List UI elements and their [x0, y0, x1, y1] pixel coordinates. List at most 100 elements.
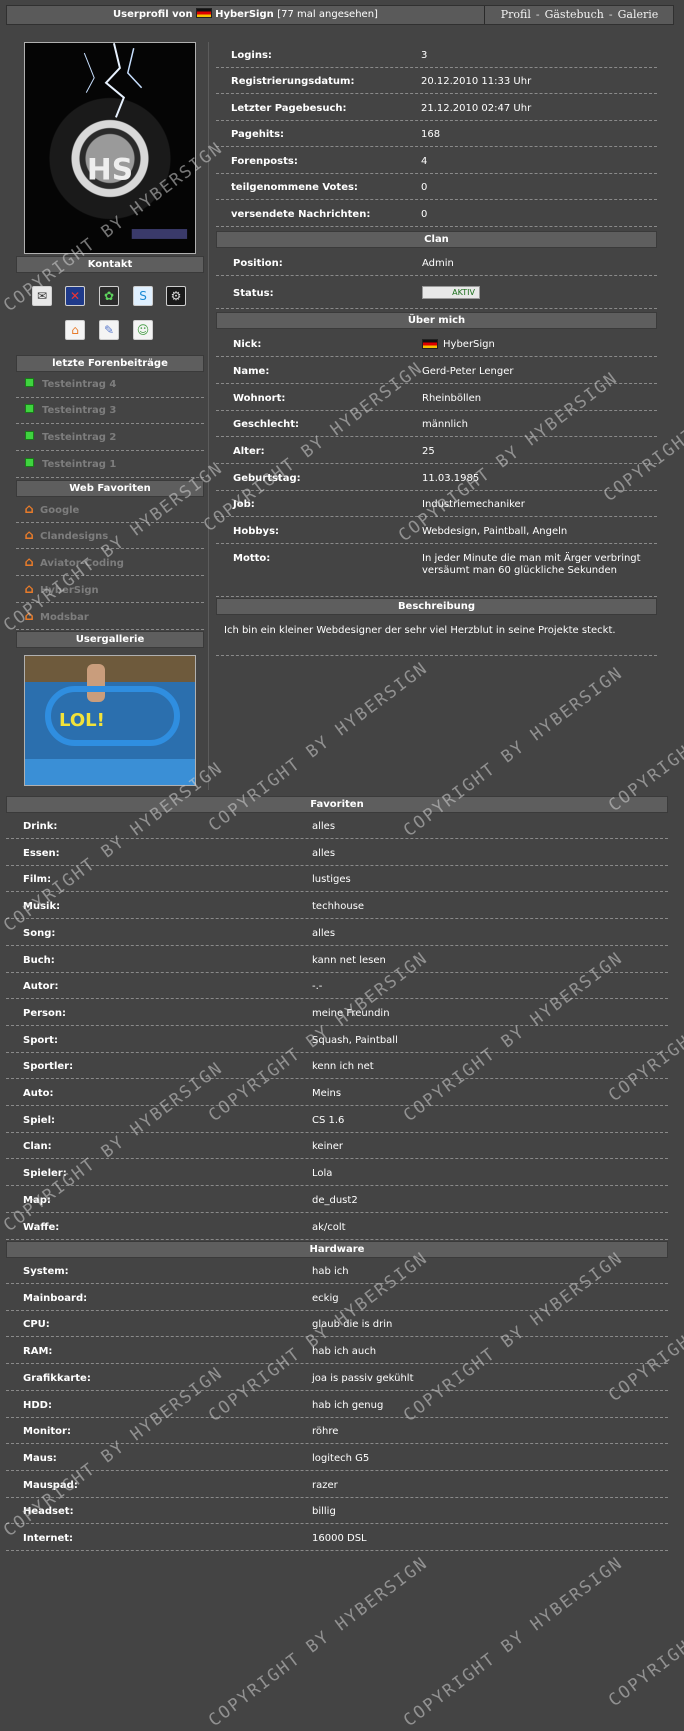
row-label: Letzter Pagebesuch:: [231, 103, 347, 114]
profile-title: Userprofil von HyberSign [77 mal angeseh…: [7, 6, 484, 24]
web-link[interactable]: Clandesigns: [40, 531, 108, 542]
row-label: Film:: [23, 874, 52, 885]
kontakt-heading: Kontakt: [16, 256, 204, 273]
row-label: Song:: [23, 928, 56, 939]
info-row: Spiel: CS 1.6: [6, 1107, 668, 1133]
info-row: Nick: HyberSign: [216, 331, 657, 357]
skype-icon[interactable]: S: [133, 286, 153, 306]
row-value: de_dust2: [312, 1195, 358, 1206]
web-link-item[interactable]: ⌂ Aviator-Coding: [16, 550, 204, 576]
row-value: alles: [312, 928, 336, 939]
info-row: Person: meine Freundin: [6, 1000, 668, 1026]
info-row: Grafikkarte: joa is passiv gekühlt: [6, 1365, 668, 1391]
info-row: Hobbys: Webdesign, Paintball, Angeln: [216, 518, 657, 544]
web-link[interactable]: Aviator-Coding: [40, 558, 124, 569]
info-row: Geschlecht: männlich: [216, 411, 657, 437]
contact-card-icon[interactable]: ✎: [99, 320, 119, 340]
row-label: Geschlecht:: [233, 419, 300, 430]
row-label: RAM:: [23, 1346, 53, 1357]
forum-post-item[interactable]: Testeintrag 3: [16, 398, 204, 424]
row-value: 20.12.2010 11:33 Uhr: [421, 76, 532, 87]
row-label: Alter:: [233, 446, 265, 457]
german-flag-icon: [196, 8, 213, 18]
web-link-item[interactable]: ⌂ HyberSign: [16, 577, 204, 603]
gallery-thumbnail[interactable]: LOL!: [24, 655, 196, 786]
forum-post-link[interactable]: Testeintrag 3: [42, 405, 116, 416]
forum-post-link[interactable]: Testeintrag 2: [42, 432, 116, 443]
profile-header: Userprofil von HyberSign [77 mal angeseh…: [6, 5, 674, 25]
info-row: Sportler: kenn ich net: [6, 1053, 668, 1079]
web-link-item[interactable]: ⌂ Modsbar: [16, 604, 204, 630]
user-avatar: HS: [24, 42, 196, 254]
info-row: Letzter Pagebesuch: 21.12.2010 02:47 Uhr: [216, 95, 657, 121]
copyright-watermark: COPYRIGHT BY HYBERSIGN: [205, 1553, 433, 1731]
info-row: Name: Gerd-Peter Lenger: [216, 358, 657, 384]
info-row: RAM: hab ich auch: [6, 1338, 668, 1364]
info-row: Musik: techhouse: [6, 893, 668, 919]
row-label: Motto:: [233, 553, 271, 564]
row-value: alles: [312, 821, 336, 832]
row-value: hab ich auch: [312, 1346, 377, 1357]
info-row: Geburtstag: 11.03.1985: [216, 465, 657, 491]
row-value: 4: [421, 156, 428, 167]
row-value: techhouse: [312, 901, 365, 912]
row-value: meine Freundin: [312, 1008, 390, 1019]
add-buddy-icon[interactable]: ☺: [133, 320, 153, 340]
row-value: Gerd-Peter Lenger: [422, 366, 514, 377]
copyright-watermark: COPYRIGHT BY HYBERSIGN: [605, 638, 684, 816]
row-value: ak/colt: [312, 1222, 346, 1233]
home-icon[interactable]: ⌂: [65, 320, 85, 340]
row-label: Hobbys:: [233, 526, 280, 537]
row-value: HyberSign: [443, 339, 495, 350]
web-link-item[interactable]: ⌂ Clandesigns: [16, 523, 204, 549]
info-row: Forenposts: 4: [216, 148, 657, 174]
info-row: Headset: billig: [6, 1498, 668, 1524]
row-label: System:: [23, 1266, 69, 1277]
clan-status-row: Status: AKTIV: [216, 277, 657, 309]
nav-profil[interactable]: Profil: [501, 8, 531, 21]
row-label: Position:: [233, 258, 283, 269]
nav-gaestebuch[interactable]: Gästebuch: [545, 8, 604, 21]
xfire-icon[interactable]: ✕: [65, 286, 85, 306]
forum-post-item[interactable]: Testeintrag 2: [16, 425, 204, 451]
info-row: CPU: glaub die is drin: [6, 1311, 668, 1337]
info-row: Spieler: Lola: [6, 1160, 668, 1186]
info-row: Autor: -.-: [6, 973, 668, 999]
forum-post-link[interactable]: Testeintrag 4: [42, 379, 116, 390]
row-label: Map:: [23, 1195, 51, 1206]
web-link[interactable]: Google: [40, 505, 79, 516]
web-link[interactable]: HyberSign: [40, 585, 99, 596]
row-value: Industriemechaniker: [422, 499, 525, 510]
info-row: Mauspad: razer: [6, 1472, 668, 1498]
info-row: System: hab ich: [6, 1258, 668, 1284]
nav-galerie[interactable]: Galerie: [618, 8, 659, 21]
row-value: röhre: [312, 1426, 339, 1437]
web-link[interactable]: Modsbar: [40, 612, 89, 623]
info-row: Internet: 16000 DSL: [6, 1525, 668, 1551]
row-value: glaub die is drin: [312, 1319, 393, 1330]
row-label: HDD:: [23, 1400, 52, 1411]
row-value: In jeder Minute die man mit Ärger verbri…: [422, 553, 641, 576]
row-label: Sportler:: [23, 1061, 74, 1072]
column-divider: [208, 42, 209, 790]
steam-icon[interactable]: ⚙: [166, 286, 186, 306]
mail-icon[interactable]: ✉: [32, 286, 52, 306]
german-flag-icon: [422, 339, 438, 349]
row-label: Mainboard:: [23, 1293, 88, 1304]
info-row: Monitor: röhre: [6, 1418, 668, 1444]
icq-icon[interactable]: ✿: [99, 286, 119, 306]
row-value: Admin: [422, 258, 454, 269]
info-row: HDD: hab ich genug: [6, 1392, 668, 1418]
row-value: eckig: [312, 1293, 339, 1304]
row-label: Wohnort:: [233, 393, 286, 404]
row-value: joa is passiv gekühlt: [312, 1373, 414, 1384]
row-label: Maus:: [23, 1453, 57, 1464]
row-value: hab ich: [312, 1266, 349, 1277]
row-value: 11.03.1985: [422, 473, 480, 484]
forum-post-item[interactable]: Testeintrag 4: [16, 372, 204, 398]
web-link-item[interactable]: ⌂ Google: [16, 497, 204, 523]
forum-post-item[interactable]: Testeintrag 1: [16, 452, 204, 478]
divider: [216, 655, 657, 656]
clan-heading: Clan: [216, 231, 657, 248]
forum-post-link[interactable]: Testeintrag 1: [42, 459, 116, 470]
